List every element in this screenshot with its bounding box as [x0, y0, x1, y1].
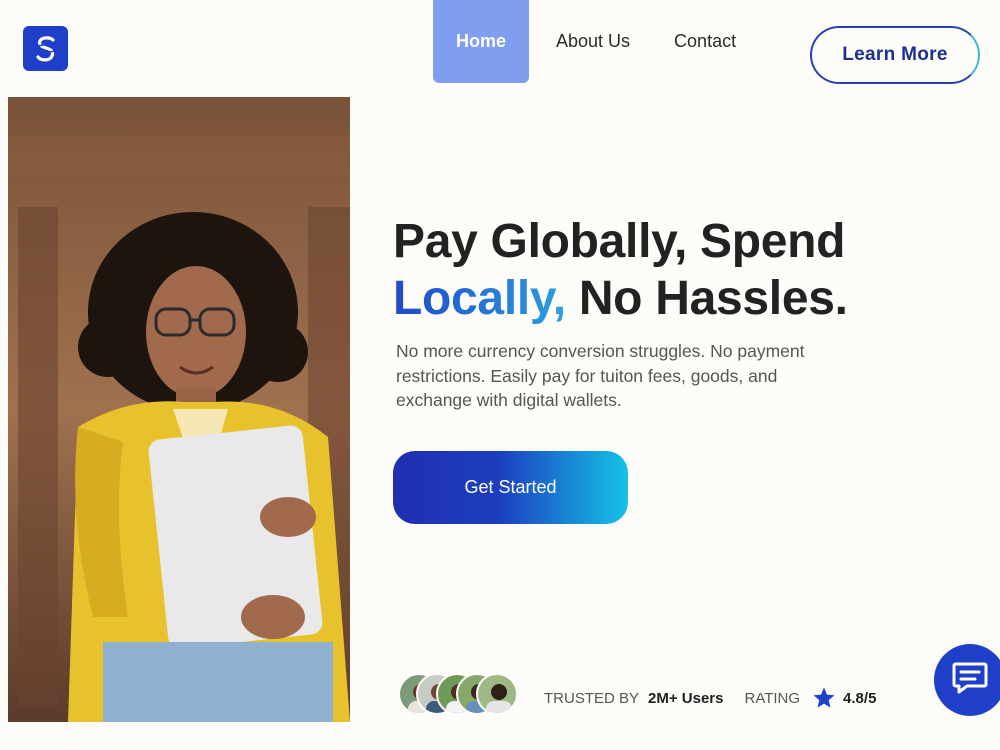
- users-count: 2M+ Users: [648, 689, 724, 707]
- headline-line-1: Pay Globally, Spend: [393, 215, 846, 268]
- student-holding-laptop-photo: [8, 97, 350, 722]
- chat-icon: [951, 660, 989, 701]
- trust-bar: TRUSTED BY 2M+ Users RATING 4.8/5: [544, 686, 876, 710]
- get-started-button[interactable]: Get Started: [393, 451, 628, 524]
- user-avatars: [398, 673, 523, 715]
- landing-page: Home About Us Contact Learn More Pay Glo…: [0, 0, 1000, 750]
- trusted-by-label: TRUSTED BY: [544, 689, 640, 707]
- hero-headline: Pay Globally, Spend Locally, No Hassles.: [393, 213, 893, 327]
- headline-rest: No Hassles.: [565, 272, 848, 325]
- star-icon: [812, 686, 836, 710]
- hero-subtext: No more currency conversion struggles. N…: [396, 341, 805, 410]
- chat-button[interactable]: [934, 644, 1000, 716]
- avatar: [476, 673, 518, 715]
- learn-more-button[interactable]: Learn More: [810, 26, 980, 84]
- rating-value: 4.8/5: [843, 689, 877, 707]
- main-nav: Home About Us Contact: [433, 0, 736, 83]
- rating-label: RATING: [744, 689, 801, 707]
- nav-about-link[interactable]: About Us: [556, 0, 630, 83]
- headline-accent: Locally,: [393, 272, 566, 325]
- nav-home-link[interactable]: Home: [433, 0, 529, 83]
- s-logo-icon[interactable]: [23, 26, 68, 71]
- nav-contact-link[interactable]: Contact: [674, 0, 736, 83]
